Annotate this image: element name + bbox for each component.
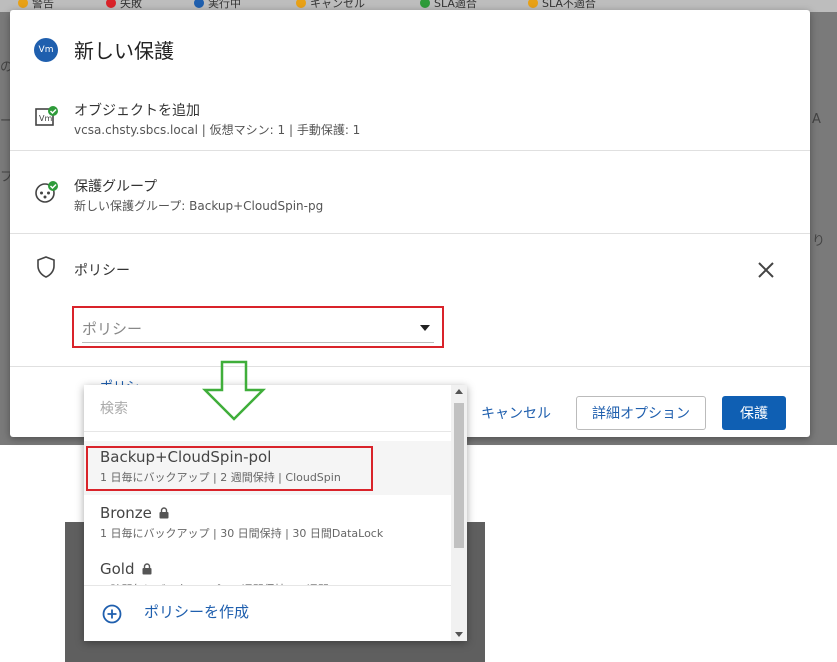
add-objects-summary: vcsa.chsty.sbcs.local | 仮想マシン: 1 | 手動保護:… <box>74 123 361 137</box>
advanced-options-button[interactable]: 詳細オプション <box>576 396 706 430</box>
policy-description: 1 日毎にバックアップ | 30 日間保持 | 30 日間DataLock <box>100 527 384 540</box>
running-icon <box>194 0 204 8</box>
policy-description: 1 日毎にバックアップ | 2 週間保持 | CloudSpin <box>100 471 341 484</box>
dialog-title: 新しい保護 <box>74 39 174 63</box>
cancel-icon <box>296 0 306 8</box>
vm-check-icon: Vm <box>35 106 58 126</box>
divider <box>10 233 810 234</box>
warning-icon <box>18 0 28 8</box>
cancel-button[interactable]: キャンセル <box>476 396 556 430</box>
search-input[interactable]: 検索 <box>100 398 128 418</box>
plus-circle-icon <box>102 604 122 624</box>
protection-group-title: 保護グループ <box>74 179 158 195</box>
scrollbar[interactable] <box>451 385 467 641</box>
policy-select-placeholder: ポリシー <box>82 319 143 338</box>
policy-select[interactable]: ポリシー <box>72 306 444 348</box>
close-icon[interactable] <box>756 260 776 280</box>
group-check-icon <box>35 181 58 203</box>
background-text: A <box>812 112 821 127</box>
shield-icon <box>37 256 55 278</box>
divider <box>84 431 451 432</box>
policy-name: Backup+CloudSpin-pol <box>100 448 272 466</box>
list-item[interactable]: Backup+CloudSpin-pol 1 日毎にバックアップ | 2 週間保… <box>84 441 451 495</box>
warning-icon <box>528 0 538 8</box>
vm-icon: Vm <box>34 38 58 62</box>
background-text: り <box>812 234 826 249</box>
divider <box>10 150 810 151</box>
create-policy-label: ポリシーを作成 <box>144 603 250 621</box>
scroll-thumb[interactable] <box>454 403 464 548</box>
policy-name: Bronze <box>100 504 152 522</box>
lock-icon <box>142 563 151 575</box>
list-item[interactable]: Bronze 1 日毎にバックアップ | 30 日間保持 | 30 日間Data… <box>84 497 451 551</box>
policy-select-field[interactable]: ポリシー <box>82 314 434 343</box>
error-icon <box>106 0 116 8</box>
policy-section-title: ポリシー <box>74 263 130 279</box>
chevron-down-icon <box>420 325 430 331</box>
policy-dropdown: 検索 Backup+CloudSpin-pol 1 日毎にバックアップ | 2 … <box>84 385 467 641</box>
protect-button[interactable]: 保護 <box>722 396 786 430</box>
arrow-down-icon <box>202 360 266 421</box>
policy-name: Gold <box>100 560 135 578</box>
create-policy-button[interactable]: ポリシーを作成 <box>84 585 451 641</box>
scroll-up-icon[interactable] <box>455 389 463 394</box>
scroll-down-icon[interactable] <box>455 632 463 637</box>
add-objects-title: オブジェクトを追加 <box>74 103 200 119</box>
svg-text:Vm: Vm <box>39 114 52 123</box>
check-icon <box>420 0 430 8</box>
divider <box>10 366 810 367</box>
lock-icon <box>159 507 169 519</box>
new-protection-dialog: Vm 新しい保護 Vm オブジェクトを追加 vcsa.chsty.sbcs.lo… <box>10 10 810 437</box>
protection-group-summary: 新しい保護グループ: Backup+CloudSpin-pg <box>74 199 324 213</box>
